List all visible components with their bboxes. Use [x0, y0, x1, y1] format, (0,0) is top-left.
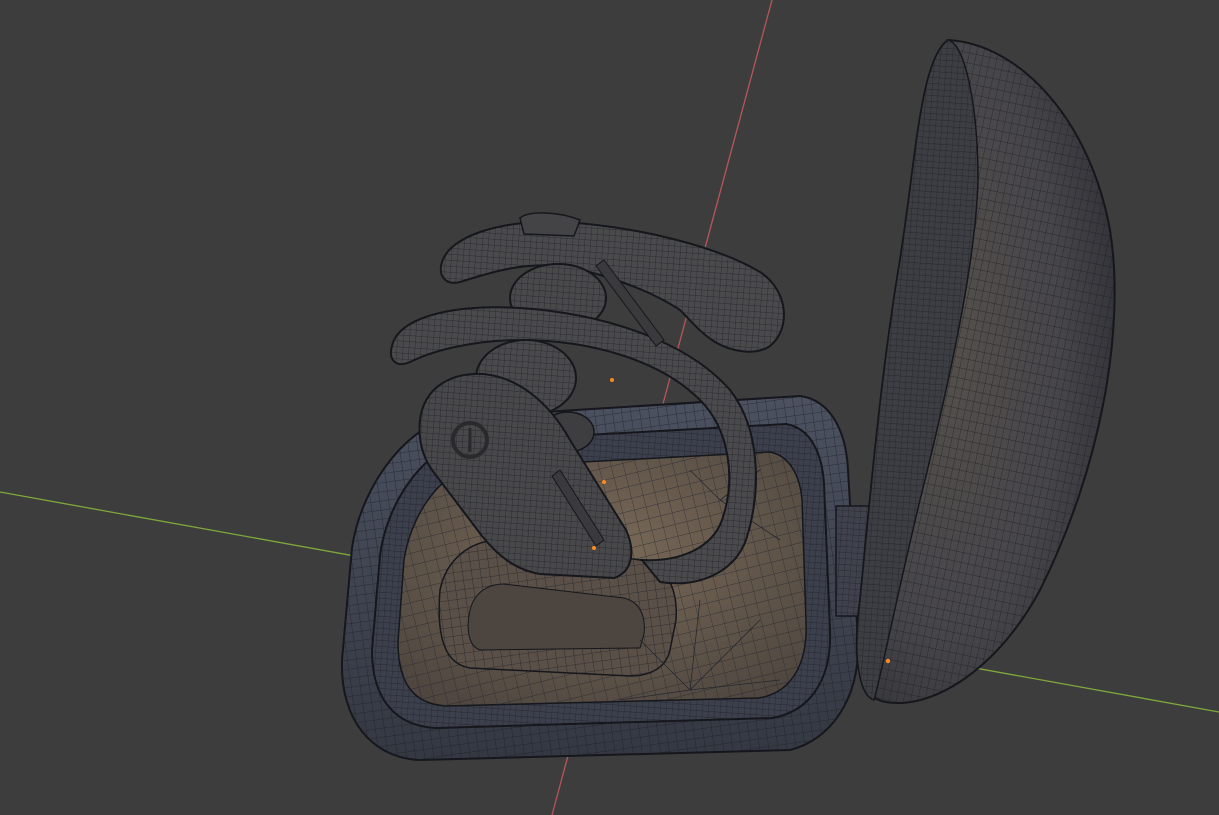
viewport-canvas[interactable] — [0, 0, 1219, 815]
charging-case-lid[interactable] — [855, 38, 1116, 704]
3d-viewport[interactable] — [0, 0, 1219, 815]
